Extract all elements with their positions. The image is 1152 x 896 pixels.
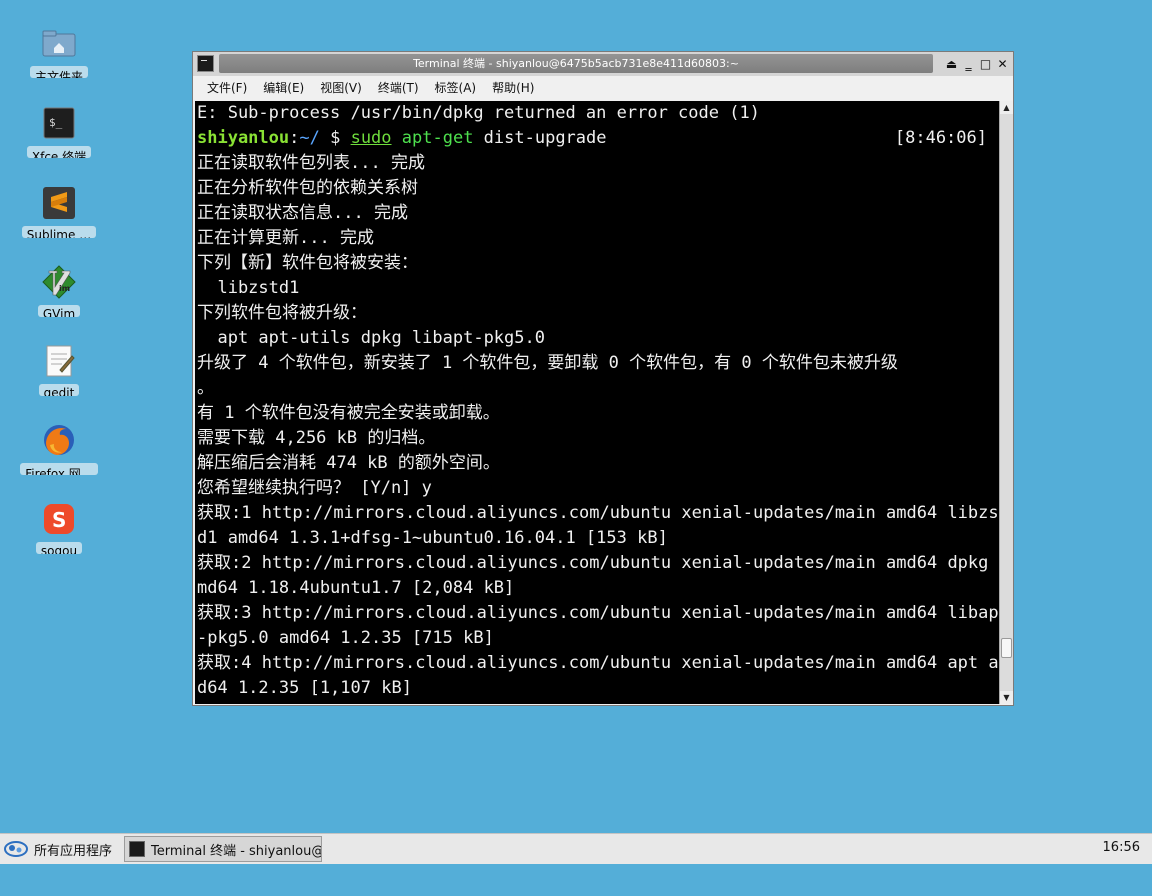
desktop-icon-label: Xfce 终端 (26, 146, 92, 158)
window-titlebar[interactable]: Terminal 终端 - shiyanlou@6475b5acb731e8e4… (193, 52, 1013, 77)
desktop-icon-firefox[interactable]: Firefox 网… (0, 397, 118, 475)
firefox-icon (42, 423, 76, 457)
menu-help[interactable]: 帮助(H) (484, 76, 542, 100)
command-apt-get: apt-get (401, 128, 474, 148)
desktop-icon-label: Sublime … (21, 226, 97, 238)
desktop-icon-sogou[interactable]: S sogou (0, 476, 118, 554)
menu-edit[interactable]: 编辑(E) (255, 76, 312, 100)
scroll-down-arrow-icon[interactable]: ▼ (1000, 691, 1013, 704)
taskbar-window-button[interactable]: Terminal 终端 - shiyanlou@… (124, 836, 322, 862)
terminal-icon[interactable] (197, 55, 214, 72)
terminal-prompt-line: shiyanlou:~/ $ sudo apt-get dist-upgrade… (195, 126, 999, 151)
desktop-icon-label: sogou (35, 542, 83, 554)
prompt-user: shiyanlou (197, 128, 290, 148)
sogou-icon: S (42, 502, 76, 536)
terminal-window[interactable]: Terminal 终端 - shiyanlou@6475b5acb731e8e4… (192, 51, 1014, 706)
terminal-line: 升级了 4 个软件包，新安装了 1 个软件包，要卸载 0 个软件包，有 0 个软… (197, 353, 898, 373)
taskbar: 所有应用程序 Terminal 终端 - shiyanlou@… 16:56 (0, 833, 1152, 864)
scroll-up-arrow-icon[interactable]: ▲ (1000, 101, 1013, 114)
sublime-icon (42, 186, 76, 220)
maximize-button[interactable]: □ (977, 55, 994, 73)
terminal-line: 获取:2 http://mirrors.cloud.aliyuncs.com/u… (197, 553, 999, 573)
gvim-icon: im (42, 265, 76, 299)
terminal-line: 下列【新】软件包将被安装： (197, 253, 418, 273)
terminal-line: 解压缩后会消耗 474 kB 的额外空间。 (197, 453, 500, 473)
terminal-icon (129, 841, 145, 857)
applications-menu-label: 所有应用程序 (34, 843, 113, 859)
menu-tabs[interactable]: 标签(A) (427, 76, 485, 100)
close-button[interactable]: ✕ (994, 55, 1011, 73)
command-sudo: sudo (350, 128, 392, 148)
terminal-line: md64 1.18.4ubuntu1.7 [2,084 kB] (197, 578, 515, 598)
desktop-icon-gvim[interactable]: im GVim (0, 239, 118, 317)
prompt-time: [8:46:06] (894, 128, 987, 148)
terminal-line: 获取:3 http://mirrors.cloud.aliyuncs.com/u… (197, 603, 999, 623)
minimize-button[interactable]: ‗ (960, 55, 977, 73)
terminal-line: -pkg5.0 amd64 1.2.35 [715 kB] (197, 628, 494, 648)
clock: 16:56 (1102, 840, 1140, 855)
desktop-icon-sublime[interactable]: Sublime … (0, 160, 118, 238)
desktop-icon-label: 主文件夹 (29, 66, 88, 78)
terminal-line: 获取:1 http://mirrors.cloud.aliyuncs.com/u… (197, 503, 999, 523)
terminal-line: 正在分析软件包的依赖关系树 (197, 178, 418, 198)
terminal-line: 有 1 个软件包没有被完全安装或卸载。 (197, 403, 500, 423)
terminal-line: 正在读取软件包列表... 完成 (197, 153, 425, 173)
desktop-icon-home[interactable]: 主文件夹 (0, 0, 118, 78)
terminal-line: 。 (197, 378, 214, 398)
terminal-line: libzstd1 (197, 278, 300, 298)
terminal-line: E: Sub-process /usr/bin/dpkg returned an… (197, 103, 760, 123)
taskbar-window-label: Terminal 终端 - shiyanlou@… (151, 843, 322, 859)
svg-text:S: S (52, 508, 66, 532)
home-folder-icon (42, 26, 76, 60)
prompt-dollar: $ (319, 128, 351, 148)
terminal-line: apt apt-utils dpkg libapt-pkg5.0 (197, 328, 545, 348)
terminal-line: 需要下载 4,256 kB 的归档。 (197, 428, 436, 448)
desktop-icon-xfce-terminal[interactable]: $_ Xfce 终端 (0, 80, 118, 158)
terminal-line: d64 1.2.35 [1,107 kB] (197, 678, 412, 698)
terminal-line: 获取:4 http://mirrors.cloud.aliyuncs.com/u… (197, 653, 999, 673)
scrollbar-thumb[interactable] (1001, 638, 1012, 658)
applications-menu-button[interactable]: 所有应用程序 (4, 838, 112, 860)
window-controls: ⏏ ‗ □ ✕ (943, 55, 1011, 73)
terminal-line: 正在读取状态信息... 完成 (197, 203, 408, 223)
prompt-sep: : (289, 128, 300, 148)
menubar: 文件(F) 编辑(E) 视图(V) 终端(T) 标签(A) 帮助(H) (193, 76, 1013, 100)
terminal-lines: 正在读取软件包列表... 完成 正在分析软件包的依赖关系树 正在读取状态信息... … (195, 151, 999, 701)
terminal-line: 下列软件包将被升级： (197, 303, 367, 323)
terminal-line: 正在计算更新... 完成 (197, 228, 374, 248)
terminal-scrollbar[interactable]: ▲ ▼ (999, 101, 1013, 704)
desktop-icon-label: gedit (38, 384, 80, 396)
command-args: dist-upgrade (473, 128, 607, 148)
window-title: Terminal 终端 - shiyanlou@6475b5acb731e8e4… (413, 57, 739, 70)
terminal-line: 您希望继续执行吗？ [Y/n] y (197, 478, 432, 498)
menu-terminal[interactable]: 终端(T) (370, 76, 427, 100)
shade-button[interactable]: ⏏ (943, 55, 960, 73)
desktop-icon-gedit[interactable]: gedit (0, 318, 118, 396)
svg-text:$_: $_ (49, 116, 63, 129)
menu-view[interactable]: 视图(V) (312, 76, 370, 100)
prompt-path: ~/ (299, 128, 320, 148)
terminal-output[interactable]: E: Sub-process /usr/bin/dpkg returned an… (195, 101, 999, 704)
gedit-icon (42, 344, 76, 378)
menu-file[interactable]: 文件(F) (199, 76, 255, 100)
svg-text:im: im (59, 284, 70, 293)
desktop-icon-label: GVim (37, 305, 81, 317)
terminal-line: d1 amd64 1.3.1+dfsg-1~ubuntu0.16.04.1 [1… (197, 528, 668, 548)
terminal-icon: $_ (42, 106, 76, 140)
desktop-icon-label: Firefox 网… (20, 463, 98, 475)
xfce-logo-icon (4, 840, 28, 858)
